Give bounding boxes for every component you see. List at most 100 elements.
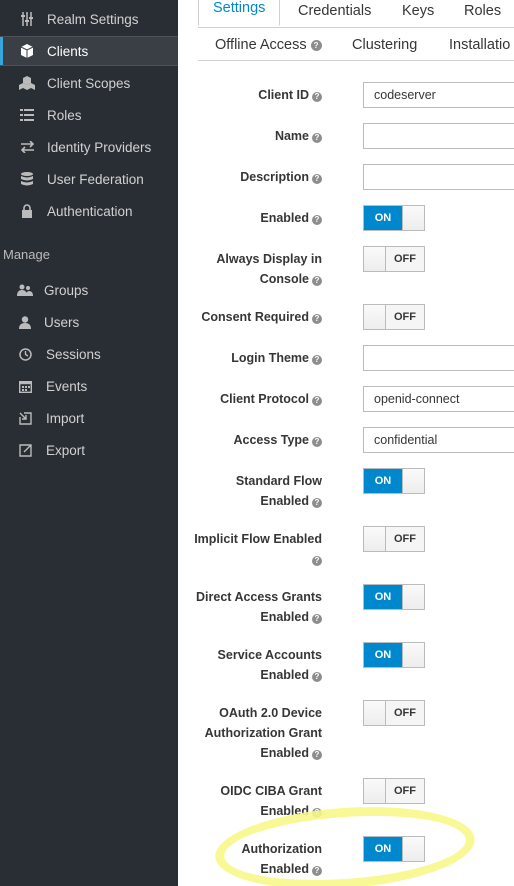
toggle-knob <box>364 527 386 551</box>
toggle-state: ON <box>364 837 402 861</box>
client-id-input[interactable] <box>363 82 514 108</box>
tab-settings[interactable]: Settings <box>198 0 281 26</box>
toggle-state: ON <box>364 469 402 493</box>
toggle-knob <box>402 837 424 861</box>
always-display-toggle[interactable]: OFF <box>363 246 425 272</box>
sidebar-item-roles[interactable]: Roles <box>0 100 178 130</box>
enabled-toggle[interactable]: ON <box>363 205 425 231</box>
tab-offline-access[interactable]: Offline Access? <box>215 37 322 53</box>
direct-access-label-line1: Direct Access Grants <box>196 590 322 604</box>
name-label: Name? <box>182 126 322 146</box>
help-icon[interactable]: ? <box>312 355 322 365</box>
sidebar-item-user-federation[interactable]: User Federation <box>0 164 178 194</box>
toggle-knob <box>364 779 386 803</box>
client-protocol-select[interactable] <box>363 386 514 412</box>
always-display-label-line1: Always Display in <box>216 252 322 266</box>
sidebar-item-import[interactable]: Import <box>0 403 178 433</box>
sidebar-item-label: Groups <box>44 282 89 298</box>
calendar-icon <box>16 377 34 395</box>
access-type-label: Access Type? <box>182 430 322 450</box>
help-icon[interactable]: ? <box>312 92 322 102</box>
sidebar-item-label: Realm Settings <box>47 11 139 27</box>
sidebar-item-label: Events <box>46 378 88 394</box>
implicit-flow-toggle[interactable]: OFF <box>363 526 425 552</box>
sidebar-item-realm-settings[interactable]: Realm Settings <box>0 4 178 34</box>
help-icon[interactable]: ? <box>312 866 322 876</box>
standard-flow-label-line1: Standard Flow <box>235 474 322 488</box>
help-icon[interactable]: ? <box>312 133 322 143</box>
help-icon[interactable]: ? <box>312 174 322 184</box>
oauth-device-toggle[interactable]: OFF <box>363 700 425 726</box>
sidebar-item-events[interactable]: Events <box>0 371 178 401</box>
tab-bar-primary: Settings Credentials Keys Roles <box>198 0 514 28</box>
help-icon[interactable]: ? <box>312 215 322 225</box>
tab-credentials[interactable]: Credentials <box>298 0 371 28</box>
tab-keys[interactable]: Keys <box>402 0 434 28</box>
toggle-knob <box>364 701 386 725</box>
description-label: Description? <box>182 167 322 187</box>
enabled-label-text: Enabled <box>260 211 309 225</box>
list-icon <box>18 106 36 124</box>
always-display-label-line2: Console <box>259 272 309 286</box>
tab-installation[interactable]: Installatio <box>449 37 510 53</box>
consent-required-label: Consent Required? <box>182 307 322 327</box>
help-icon[interactable]: ? <box>310 39 322 51</box>
manage-section-heading: Manage <box>3 247 50 262</box>
access-type-label-text: Access Type <box>233 433 309 447</box>
toggle-knob <box>402 585 424 609</box>
export-icon <box>16 441 34 459</box>
name-input[interactable] <box>363 123 514 149</box>
toggle-state: OFF <box>386 779 424 803</box>
consent-required-toggle[interactable]: OFF <box>363 304 425 330</box>
help-icon[interactable]: ? <box>312 396 322 406</box>
help-icon[interactable]: ? <box>312 614 322 624</box>
sidebar-item-groups[interactable]: Groups <box>0 275 178 305</box>
tab-clustering[interactable]: Clustering <box>352 37 417 53</box>
lock-icon <box>18 202 36 220</box>
sidebar-item-sessions[interactable]: Sessions <box>0 339 178 369</box>
direct-access-label-line2: Enabled <box>260 610 309 624</box>
implicit-flow-label: Implicit Flow Enabled? <box>178 529 322 569</box>
tab-bar-secondary: Offline Access? Clustering Installatio <box>198 28 514 61</box>
toggle-knob <box>364 305 386 329</box>
import-icon <box>16 409 34 427</box>
help-icon[interactable]: ? <box>312 314 322 324</box>
standard-flow-toggle[interactable]: ON <box>363 468 425 494</box>
standard-flow-label: Standard Flow Enabled? <box>182 471 322 511</box>
database-icon <box>18 170 36 188</box>
help-icon[interactable]: ? <box>312 556 322 566</box>
login-theme-select[interactable] <box>363 345 514 371</box>
login-theme-label-text: Login Theme <box>231 351 309 365</box>
toggle-knob <box>402 643 424 667</box>
implicit-flow-label-text: Implicit Flow Enabled <box>194 532 322 546</box>
sidebar-item-label: Authentication <box>47 203 133 219</box>
description-input[interactable] <box>363 164 514 190</box>
sidebar-item-client-scopes[interactable]: Client Scopes <box>0 68 178 98</box>
sidebar-item-clients[interactable]: Clients <box>0 36 178 66</box>
sidebar-item-export[interactable]: Export <box>0 435 178 465</box>
direct-access-toggle[interactable]: ON <box>363 584 425 610</box>
sidebar-item-identity-providers[interactable]: Identity Providers <box>0 132 178 162</box>
access-type-select[interactable] <box>363 427 514 453</box>
cubes-icon <box>18 74 36 92</box>
oauth-device-label: OAuth 2.0 Device Authorization Grant Enabl… <box>182 703 322 763</box>
sidebar-item-label: Users <box>44 314 80 330</box>
help-icon[interactable]: ? <box>312 498 322 508</box>
tab-roles[interactable]: Roles <box>464 0 501 28</box>
service-accounts-toggle[interactable]: ON <box>363 642 425 668</box>
help-icon[interactable]: ? <box>312 437 322 447</box>
help-icon[interactable]: ? <box>312 750 322 760</box>
help-icon[interactable]: ? <box>312 672 322 682</box>
client-protocol-label: Client Protocol? <box>182 389 322 409</box>
sidebar-item-users[interactable]: Users <box>0 307 178 337</box>
oauth-device-label-line2: Authorization Grant <box>204 726 322 740</box>
toggle-knob <box>364 247 386 271</box>
authorization-toggle[interactable]: ON <box>363 836 425 862</box>
help-icon[interactable]: ? <box>312 808 322 818</box>
toggle-state: OFF <box>386 701 424 725</box>
always-display-label: Always Display in Console? <box>182 249 322 289</box>
oidc-ciba-toggle[interactable]: OFF <box>363 778 425 804</box>
help-icon[interactable]: ? <box>312 276 322 286</box>
sidebar-item-authentication[interactable]: Authentication <box>0 196 178 226</box>
service-accounts-label-line1: Service Accounts <box>217 648 322 662</box>
